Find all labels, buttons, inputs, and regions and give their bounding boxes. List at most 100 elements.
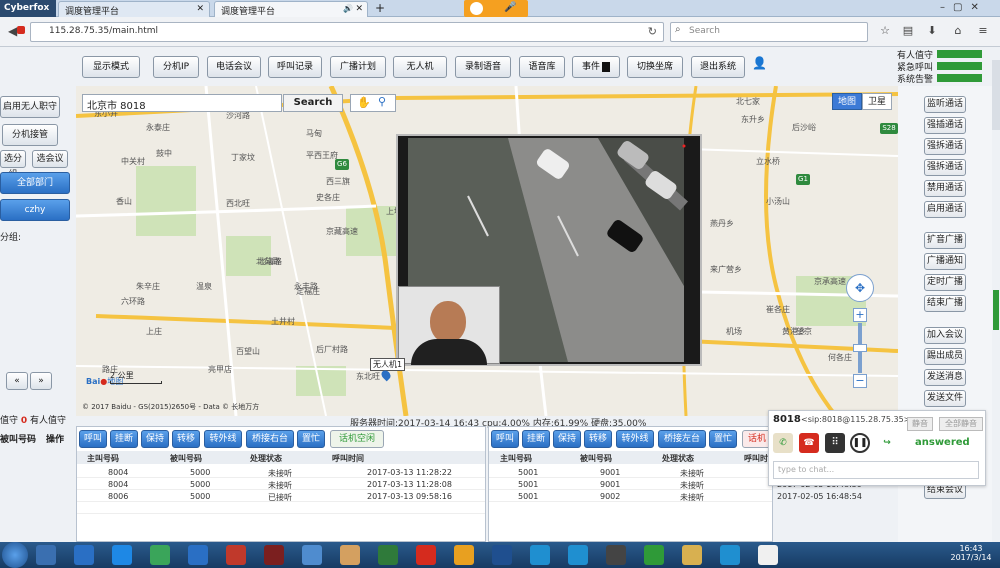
- browser-tab-1[interactable]: 调度管理平台 ✕: [58, 1, 210, 17]
- zoom-handle[interactable]: [853, 344, 867, 352]
- chat-input[interactable]: type to chat...: [773, 461, 979, 479]
- hold-button-right[interactable]: 保持: [553, 430, 581, 448]
- enable-unattended-button[interactable]: 启用无人职守: [0, 96, 60, 118]
- address-bar[interactable]: 115.28.75.35/main.html ↻: [17, 22, 664, 42]
- taskbar-media-icon[interactable]: [74, 545, 94, 565]
- map-search-input[interactable]: 北京市 8018: [82, 94, 282, 112]
- zoom-out-button[interactable]: −: [853, 374, 867, 388]
- taskbar-game-icon[interactable]: [226, 545, 246, 565]
- zoom-in-button[interactable]: +: [853, 308, 867, 322]
- location-pin-icon[interactable]: ⚲: [378, 95, 386, 108]
- browser-search-box[interactable]: ⌕ Search: [670, 22, 868, 42]
- hangup-button[interactable]: 挂断: [110, 430, 138, 448]
- taskbar-ie-icon[interactable]: [112, 545, 132, 565]
- speaker-icon[interactable]: 🔊: [343, 4, 353, 13]
- back-icon[interactable]: ◀: [8, 24, 17, 38]
- taskbar-teamviewer2-icon[interactable]: [568, 545, 588, 565]
- taskbar-app-icon[interactable]: [264, 545, 284, 565]
- taskbar-teamviewer-icon[interactable]: [530, 545, 550, 565]
- disable-call-button[interactable]: 禁用通话: [924, 180, 966, 197]
- select-group-button[interactable]: 选分组: [0, 150, 26, 180]
- start-button[interactable]: [2, 542, 28, 568]
- webcam-sharing-indicator[interactable]: 🎤: [464, 0, 528, 17]
- display-mode-button[interactable]: 显示模式: [82, 56, 140, 78]
- voice-library-button[interactable]: 语音库: [519, 56, 565, 78]
- system-clock[interactable]: 16:43 2017/3/14: [948, 544, 994, 562]
- switch-seat-button[interactable]: 切换坐席: [627, 56, 683, 78]
- send-message-button[interactable]: 发送消息: [924, 369, 966, 386]
- taskbar-green-icon[interactable]: [378, 545, 398, 565]
- page-next-button[interactable]: »: [30, 372, 52, 390]
- hold-button[interactable]: 保持: [141, 430, 169, 448]
- end-broadcast-button[interactable]: 结束广播: [924, 295, 966, 312]
- call-button-right[interactable]: 呼叫: [491, 430, 519, 448]
- transfer-icon[interactable]: ↪: [875, 433, 899, 453]
- taskbar-skype-icon[interactable]: [720, 545, 740, 565]
- barge-in-button[interactable]: 强插通话: [924, 117, 966, 134]
- browser-tab-2[interactable]: 调度管理平台 🔊 ✕: [214, 1, 368, 17]
- map-type-button[interactable]: 地图: [832, 93, 862, 110]
- taskbar-dahua-icon[interactable]: [416, 545, 436, 565]
- transfer-external-button[interactable]: 转外线: [204, 430, 242, 448]
- table-row[interactable]: [77, 502, 485, 514]
- phone-conference-button[interactable]: 电话会议: [207, 56, 261, 78]
- star-icon[interactable]: ☆: [877, 24, 893, 40]
- user-icon[interactable]: 👤: [752, 56, 767, 70]
- browser-logo[interactable]: Cyberfox: [0, 0, 56, 17]
- record-voice-button[interactable]: 录制语音: [455, 56, 511, 78]
- broadcast-notice-button[interactable]: 广播通知: [924, 253, 966, 270]
- pause-icon[interactable]: ❚❚: [850, 433, 870, 453]
- taskbar-cyberfox-icon[interactable]: [606, 545, 626, 565]
- force-disconnect-button-2[interactable]: 强拆通话: [924, 159, 966, 176]
- taskbar-excel-icon[interactable]: [644, 545, 664, 565]
- bridge-left-button[interactable]: 桥接左台: [658, 430, 706, 448]
- menu-icon[interactable]: ≡: [975, 24, 991, 40]
- join-conference-button[interactable]: 加入会议: [924, 327, 966, 344]
- taskbar-doc-icon[interactable]: [758, 545, 778, 565]
- send-file-button[interactable]: 发送文件: [924, 390, 966, 407]
- enable-call-button[interactable]: 启用通话: [924, 201, 966, 218]
- taskbar-folder-icon[interactable]: [682, 545, 702, 565]
- taskbar-explorer-icon[interactable]: [36, 545, 56, 565]
- exit-system-button[interactable]: 退出系统: [691, 56, 745, 78]
- call-button[interactable]: 呼叫: [79, 430, 107, 448]
- transfer-external-button-right[interactable]: 转外线: [616, 430, 654, 448]
- select-conference-button[interactable]: 选会议: [32, 150, 68, 168]
- taskbar-user-icon[interactable]: [340, 545, 360, 565]
- satellite-type-button[interactable]: 卫星: [862, 93, 892, 110]
- reading-list-icon[interactable]: ▤: [900, 24, 916, 40]
- taskbar-player-icon[interactable]: [150, 545, 170, 565]
- taskbar-shield-icon[interactable]: [492, 545, 512, 565]
- amplified-broadcast-button[interactable]: 扩音广播: [924, 232, 966, 249]
- taskbar-avatar-icon[interactable]: [454, 545, 474, 565]
- busy-button-right[interactable]: 置忙: [709, 430, 737, 448]
- department-czhy-button[interactable]: czhy: [0, 199, 70, 221]
- reload-icon[interactable]: ↻: [648, 25, 657, 38]
- scheduled-broadcast-button[interactable]: 定时广播: [924, 274, 966, 291]
- bridge-right-button[interactable]: 桥接右台: [246, 430, 294, 448]
- map-search-button[interactable]: Search: [283, 94, 343, 112]
- map-view[interactable]: 东小井永泰庄沙河路鼓中丁家坟马甸平西王府西三旗上地北苑路定福庄史各庄朱辛庄北京地…: [76, 86, 898, 416]
- transfer-button[interactable]: 转移: [172, 430, 200, 448]
- hangup-button-right[interactable]: 挂断: [522, 430, 550, 448]
- monitor-call-button[interactable]: 监听通话: [924, 96, 966, 113]
- new-tab-button[interactable]: +: [371, 1, 389, 16]
- page-prev-button[interactable]: «: [6, 372, 28, 390]
- dialpad-icon[interactable]: ⠿: [825, 433, 845, 453]
- home-icon[interactable]: ⌂: [950, 24, 966, 40]
- drone-video-window[interactable]: [396, 134, 702, 366]
- event-button[interactable]: 事件: [572, 56, 620, 78]
- close-icon[interactable]: ✕: [196, 4, 204, 14]
- transfer-button-right[interactable]: 转移: [584, 430, 612, 448]
- scrollbar[interactable]: [992, 60, 1000, 330]
- mute-button[interactable]: 静音: [907, 417, 933, 431]
- broadcast-plan-button[interactable]: 广播计划: [330, 56, 386, 78]
- hand-icon[interactable]: ✋: [357, 96, 371, 109]
- window-controls[interactable]: –▢✕: [940, 2, 1000, 13]
- webcam-preview[interactable]: [398, 286, 500, 365]
- force-disconnect-button[interactable]: 强拆通话: [924, 138, 966, 155]
- extension-takeover-button[interactable]: 分机接管: [2, 124, 58, 146]
- taskbar-browser-icon[interactable]: [188, 545, 208, 565]
- call-records-button[interactable]: 呼叫记录: [268, 56, 322, 78]
- phone-hangup-icon[interactable]: ☎: [799, 433, 819, 453]
